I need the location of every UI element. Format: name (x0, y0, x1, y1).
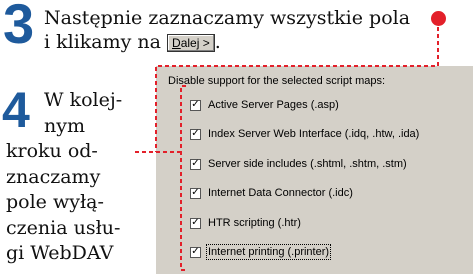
checkbox-htr[interactable]: ✓ (190, 217, 201, 229)
step-4-line: znaczamy (6, 165, 101, 188)
option-printer[interactable]: ✓ Internet printing (.printer) (190, 244, 332, 260)
step-4-line: czenia usłu- (6, 216, 121, 239)
option-htr[interactable]: ✓ HTR scripting (.htr) (190, 217, 301, 229)
dialog-title: Disable support for the selected script … (168, 75, 386, 87)
checkbox-index-server[interactable]: ✓ (190, 128, 201, 140)
option-label: Internet Data Connector (.idc) (208, 187, 353, 199)
option-asp[interactable]: ✓ Active Server Pages (.asp) (190, 99, 339, 111)
option-index-server[interactable]: ✓ Index Server Web Interface (.idq, .htw… (190, 128, 419, 140)
option-label: Server side includes (.shtml, .shtm, .st… (208, 158, 407, 170)
step-3-text-line2: i klikamy na (44, 31, 161, 53)
option-label: Internet printing (.printer) (205, 244, 332, 260)
option-label: HTR scripting (.htr) (208, 217, 301, 229)
option-label: Active Server Pages (.asp) (208, 99, 339, 111)
step-3-number: 3 (3, 0, 35, 55)
option-idc[interactable]: ✓ Internet Data Connector (.idc) (190, 187, 353, 199)
step-4-line: pole wyłą- (6, 191, 104, 213)
step-4-instruction: W kolej- nym kroku od- znaczamy pole wył… (6, 88, 136, 267)
step-4-line: gi WebDAV (6, 242, 114, 264)
checkbox-asp[interactable]: ✓ (190, 99, 201, 111)
checkbox-printer[interactable]: ✓ (190, 246, 201, 258)
step-3-instruction: Następnie zaznaczamy wszystkie pola i kl… (44, 7, 411, 53)
step-3-text-line1: Następnie zaznaczamy wszystkie pola (44, 7, 411, 29)
option-ssi[interactable]: ✓ Server side includes (.shtml, .shtm, .… (190, 158, 407, 170)
step-4-line: kroku od- (6, 140, 98, 162)
checkbox-idc[interactable]: ✓ (190, 187, 201, 199)
dalej-button[interactable]: Dalej > (167, 34, 215, 52)
step-4-line: W kolej- (44, 89, 123, 111)
red-annotation-dot (431, 11, 446, 26)
step-4-line: nym (44, 114, 85, 137)
option-label: Index Server Web Interface (.idq, .htw, … (208, 128, 420, 140)
checkbox-ssi[interactable]: ✓ (190, 158, 201, 170)
script-maps-dialog: Disable support for the selected script … (155, 65, 473, 274)
